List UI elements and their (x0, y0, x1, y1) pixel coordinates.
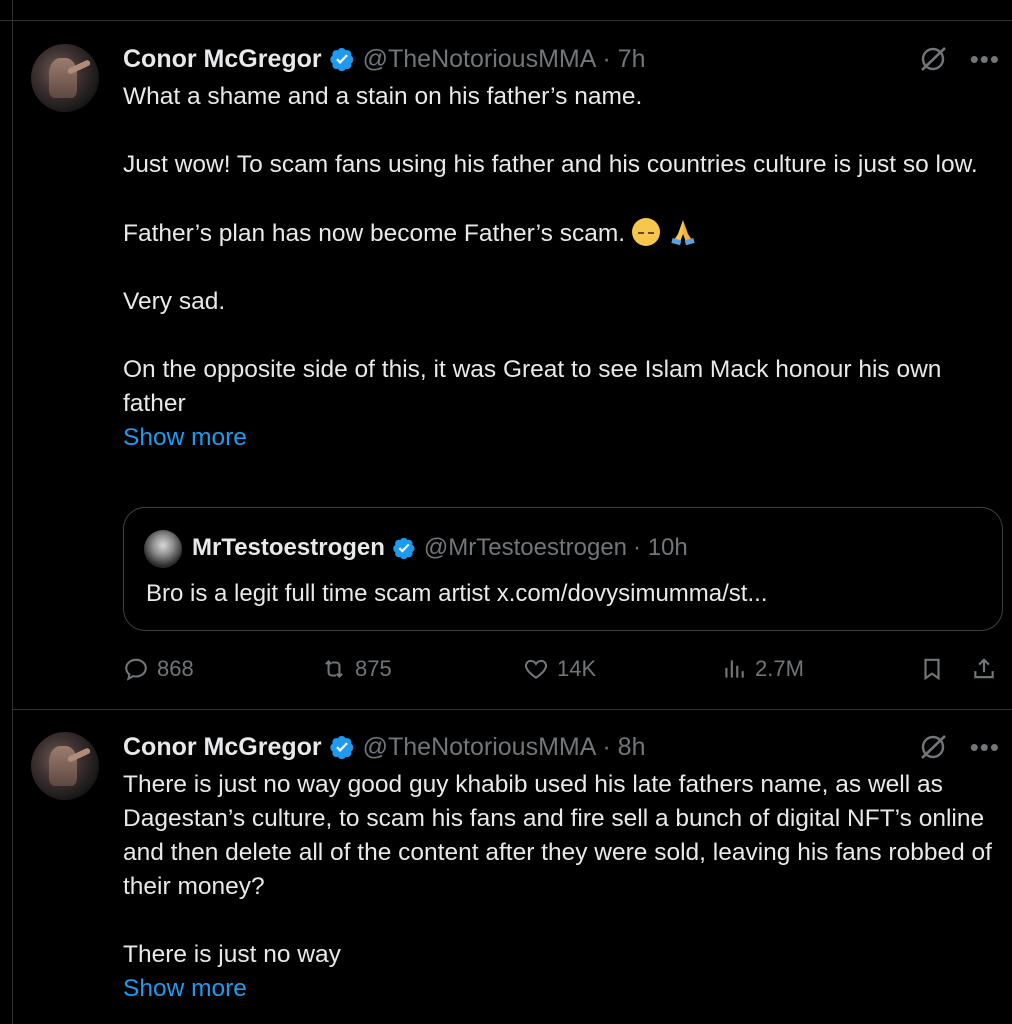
tweet-line: There is just no way good guy khabib use… (123, 771, 992, 900)
bookmark-button[interactable] (919, 656, 945, 682)
tweet-line: On the opposite side of this, it was Gre… (123, 356, 942, 417)
views-button[interactable]: 2.7M (721, 656, 804, 682)
show-more-link[interactable]: Show more (123, 421, 998, 455)
tweet-header: Conor McGregor @TheNotoriousMMA · 7h (123, 44, 646, 74)
tweet-time[interactable]: · 8h (602, 733, 645, 762)
quoted-tweet[interactable]: MrTestoestrogen @MrTestoestrogen · 10h B… (123, 507, 1003, 631)
tweet-line: There is just no way (123, 941, 341, 968)
tweet-header: Conor McGregor @TheNotoriousMMA · 8h (123, 732, 646, 762)
heart-icon (524, 659, 548, 679)
more-icon[interactable]: ••• (970, 46, 1000, 72)
like-count: 14K (557, 656, 597, 681)
folded-hands-icon (671, 220, 695, 246)
more-icon[interactable]: ••• (970, 734, 1000, 760)
verified-badge-icon (393, 537, 415, 560)
avatar-figure (49, 58, 77, 98)
grok-icon[interactable] (918, 44, 948, 74)
top-divider (0, 20, 1012, 21)
quoted-author-name: MrTestoestrogen (192, 534, 385, 561)
tweet-actions: 868 875 14K 2.7M (123, 656, 1000, 686)
verified-badge-icon (329, 47, 353, 72)
bookmark-icon (924, 658, 940, 681)
avatar-figure (49, 746, 77, 786)
tweet-text: There is just no way good guy khabib use… (123, 768, 998, 1006)
tweet-line: What a shame and a stain on his father’s… (123, 83, 643, 110)
share-button[interactable] (971, 656, 997, 682)
author-avatar[interactable] (31, 732, 99, 800)
grok-icon[interactable] (918, 732, 948, 762)
tweet-line: Just wow! To scam fans using his father … (123, 151, 978, 178)
repost-icon (325, 659, 343, 679)
views-count: 2.7M (755, 656, 804, 681)
author-name[interactable]: Conor McGregor (123, 733, 322, 762)
verified-badge-icon (329, 735, 353, 760)
timeline-border (12, 0, 13, 1024)
tweet-line-text: Father’s plan has now become Father’s sc… (123, 220, 626, 247)
author-handle[interactable]: @TheNotoriousMMA (363, 733, 597, 762)
like-button[interactable]: 14K (523, 656, 596, 682)
show-more-link[interactable]: Show more (123, 972, 998, 1006)
tweet-header-actions: ••• (918, 44, 1000, 74)
reply-button[interactable]: 868 (123, 656, 194, 682)
repost-button[interactable]: 875 (321, 656, 392, 682)
author-name[interactable]: Conor McGregor (123, 45, 322, 74)
share-icon (974, 658, 994, 679)
tweet-header-actions: ••• (918, 732, 1000, 762)
quoted-tweet-time: · 10h (633, 534, 688, 561)
tweet-line: Father’s plan has now become Father’s sc… (123, 216, 998, 251)
views-icon (725, 660, 744, 678)
tweet-divider (12, 709, 1012, 710)
tweet-time[interactable]: · 7h (602, 45, 645, 74)
quoted-tweet-header: MrTestoestrogen @MrTestoestrogen · 10h (192, 534, 688, 562)
tweet-line: Very sad. (123, 288, 226, 315)
reply-icon (125, 658, 147, 681)
author-avatar[interactable] (31, 44, 99, 112)
quoted-author-avatar (144, 530, 182, 568)
repost-count: 875 (355, 656, 392, 681)
author-handle[interactable]: @TheNotoriousMMA (363, 45, 597, 74)
tweet-text: What a shame and a stain on his father’s… (123, 80, 998, 455)
pensive-face-icon (631, 218, 660, 246)
quoted-author-handle: @MrTestoestrogen (423, 534, 628, 561)
reply-count: 868 (157, 656, 194, 681)
quoted-tweet-text: Bro is a legit full time scam artist x.c… (146, 580, 768, 607)
